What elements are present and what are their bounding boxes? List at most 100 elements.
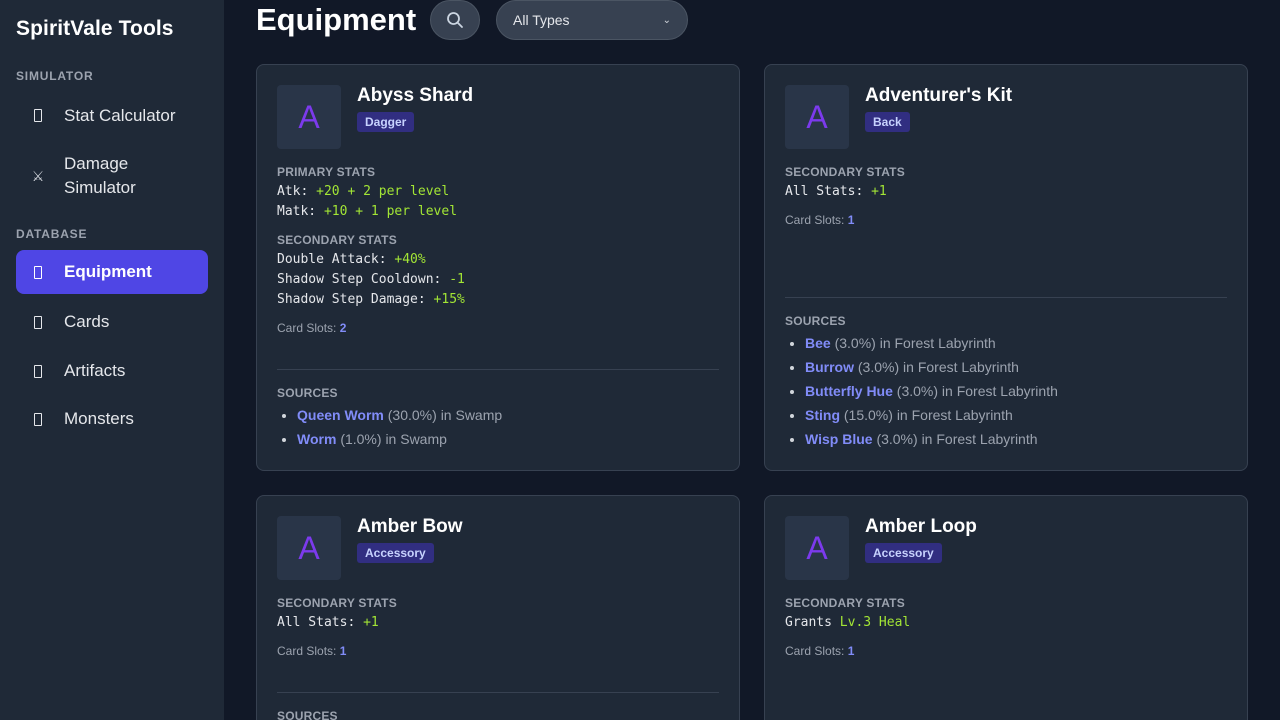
card-slots-count: 2 bbox=[339, 321, 347, 335]
in-text: in bbox=[385, 431, 397, 447]
monster-link[interactable]: Wisp Blue bbox=[805, 431, 873, 447]
stat-value: -1 bbox=[449, 272, 465, 287]
stat-line: Shadow Step Damage: +15% bbox=[277, 290, 719, 310]
monster-link[interactable]: Burrow bbox=[805, 359, 854, 375]
type-filter-select[interactable]: All Types ⌄ bbox=[496, 0, 688, 40]
item-avatar: A bbox=[277, 516, 341, 580]
stat-line: Matk: +10 + 1 per level bbox=[277, 202, 719, 222]
page-title: Equipment bbox=[256, 2, 417, 37]
sidebar-item-damage-simulator[interactable]: ⚔ Damage Simulator bbox=[16, 151, 208, 201]
stat-name: All Stats: bbox=[785, 184, 864, 199]
secondary-stats: SECONDARY STATS Double Attack: +40% Shad… bbox=[277, 233, 719, 310]
search-icon bbox=[447, 12, 463, 28]
sources-list: Bee (3.0%) in Forest Labyrinth Burrow (3… bbox=[785, 331, 1227, 451]
item-type-badge: Accessory bbox=[865, 543, 942, 563]
item-avatar: A bbox=[277, 85, 341, 149]
stat-name: Double Attack: bbox=[277, 252, 387, 267]
drop-rate: (3.0%) bbox=[834, 335, 876, 351]
drop-rate: (15.0%) bbox=[843, 407, 893, 423]
sources-label: SOURCES bbox=[277, 386, 338, 400]
card-slots-label: Card Slots: bbox=[277, 644, 337, 658]
sidebar-item-equipment[interactable]: Equipment bbox=[16, 250, 208, 294]
monster-link[interactable]: Sting bbox=[805, 407, 840, 423]
search-button[interactable] bbox=[430, 0, 480, 40]
sidebar: SpiritVale Tools SIMULATOR Stat Calculat… bbox=[0, 0, 224, 720]
sources-label: SOURCES bbox=[785, 314, 846, 328]
in-text: in bbox=[941, 383, 953, 399]
drop-rate: (30.0%) bbox=[387, 407, 437, 423]
section-label-simulator: SIMULATOR bbox=[16, 69, 94, 83]
stat-value: +1 bbox=[871, 184, 887, 199]
sidebar-item-label: Monsters bbox=[64, 409, 134, 428]
chevron-down-icon: ⌄ bbox=[662, 14, 671, 26]
secondary-stats-label: SECONDARY STATS bbox=[277, 233, 397, 247]
location: Swamp bbox=[455, 407, 503, 423]
primary-stats-label: PRIMARY STATS bbox=[277, 165, 376, 179]
stat-value: +20 + 2 per level bbox=[316, 184, 450, 199]
divider bbox=[277, 692, 719, 693]
stat-value: +1 bbox=[363, 615, 379, 630]
stat-line: Atk: +20 + 2 per level bbox=[277, 182, 719, 202]
location: Forest Labyrinth bbox=[936, 431, 1038, 447]
monster-link[interactable]: Worm bbox=[297, 431, 336, 447]
stat-name: Shadow Step Cooldown: bbox=[277, 272, 442, 287]
drop-rate: (1.0%) bbox=[340, 431, 382, 447]
calculator-icon bbox=[32, 109, 44, 123]
equipment-icon bbox=[32, 265, 44, 279]
card-slots-count: 1 bbox=[339, 644, 347, 658]
secondary-stats: SECONDARY STATS Grants Lv.3 Heal bbox=[785, 596, 1227, 633]
app-root: SpiritVale Tools SIMULATOR Stat Calculat… bbox=[0, 0, 1280, 720]
source-item: Wisp Blue (3.0%) in Forest Labyrinth bbox=[805, 427, 1227, 451]
secondary-stats: SECONDARY STATS All Stats: +1 bbox=[277, 596, 719, 633]
source-item: Butterfly Hue (3.0%) in Forest Labyrinth bbox=[805, 379, 1227, 403]
stat-name: Atk: bbox=[277, 184, 309, 199]
sources: SOURCES Queen Worm (30.0%) in Swamp Worm… bbox=[277, 386, 719, 451]
stat-line: All Stats: +1 bbox=[785, 182, 1227, 202]
stat-line: Grants Lv.3 Heal bbox=[785, 613, 1227, 633]
sidebar-item-artifacts[interactable]: Artifacts bbox=[16, 353, 208, 389]
card-slots: Card Slots: 1 bbox=[785, 644, 1227, 658]
artifacts-icon bbox=[32, 364, 44, 378]
equipment-card-abyss-shard: A Abyss Shard Dagger PRIMARY STATS Atk: … bbox=[256, 64, 740, 471]
sidebar-item-label: Artifacts bbox=[64, 361, 126, 380]
monsters-icon bbox=[32, 412, 44, 426]
source-item: Queen Worm (30.0%) in Swamp bbox=[297, 403, 719, 427]
monster-link[interactable]: Queen Worm bbox=[297, 407, 384, 423]
item-name: Abyss Shard bbox=[357, 85, 474, 106]
divider bbox=[785, 297, 1227, 298]
in-text: in bbox=[896, 407, 908, 423]
location: Forest Labyrinth bbox=[917, 359, 1019, 375]
location: Swamp bbox=[400, 431, 447, 447]
item-type-badge: Accessory bbox=[357, 543, 434, 563]
equipment-card-amber-loop: A Amber Loop Accessory SECONDARY STATS G… bbox=[764, 495, 1248, 720]
sidebar-item-cards[interactable]: Cards bbox=[16, 304, 208, 340]
item-name: Amber Bow bbox=[357, 516, 463, 537]
card-slots: Card Slots: 1 bbox=[277, 644, 719, 658]
card-slots-label: Card Slots: bbox=[785, 644, 845, 658]
drop-rate: (3.0%) bbox=[876, 431, 918, 447]
item-name: Adventurer's Kit bbox=[865, 85, 1013, 106]
primary-stats: PRIMARY STATS Atk: +20 + 2 per level Mat… bbox=[277, 165, 719, 222]
drop-rate: (3.0%) bbox=[857, 359, 900, 375]
sidebar-item-stat-calculator[interactable]: Stat Calculator bbox=[16, 98, 208, 133]
location: Forest Labyrinth bbox=[956, 383, 1058, 399]
card-slots: Card Slots: 1 bbox=[785, 213, 1227, 227]
type-filter-value: All Types bbox=[513, 12, 570, 28]
location: Forest Labyrinth bbox=[911, 407, 1013, 423]
source-item: Worm (1.0%) in Swamp bbox=[297, 427, 719, 451]
stat-name: Shadow Step Damage: bbox=[277, 292, 426, 307]
sources: SOURCES Bee (3.0%) in Forest Labyrinth B… bbox=[785, 314, 1227, 451]
stat-line: All Stats: +1 bbox=[277, 613, 719, 633]
app-title: SpiritVale Tools bbox=[16, 17, 174, 40]
sidebar-item-label: Equipment bbox=[64, 262, 152, 281]
source-item: Sting (15.0%) in Forest Labyrinth bbox=[805, 403, 1227, 427]
sidebar-item-monsters[interactable]: Monsters bbox=[16, 401, 208, 437]
monster-link[interactable]: Bee bbox=[805, 335, 831, 351]
in-text: in bbox=[879, 335, 891, 351]
monster-link[interactable]: Butterfly Hue bbox=[805, 383, 893, 399]
location: Forest Labyrinth bbox=[894, 335, 996, 351]
divider bbox=[277, 369, 719, 370]
in-text: in bbox=[921, 431, 933, 447]
in-text: in bbox=[440, 407, 452, 423]
swords-icon: ⚔ bbox=[31, 168, 45, 184]
